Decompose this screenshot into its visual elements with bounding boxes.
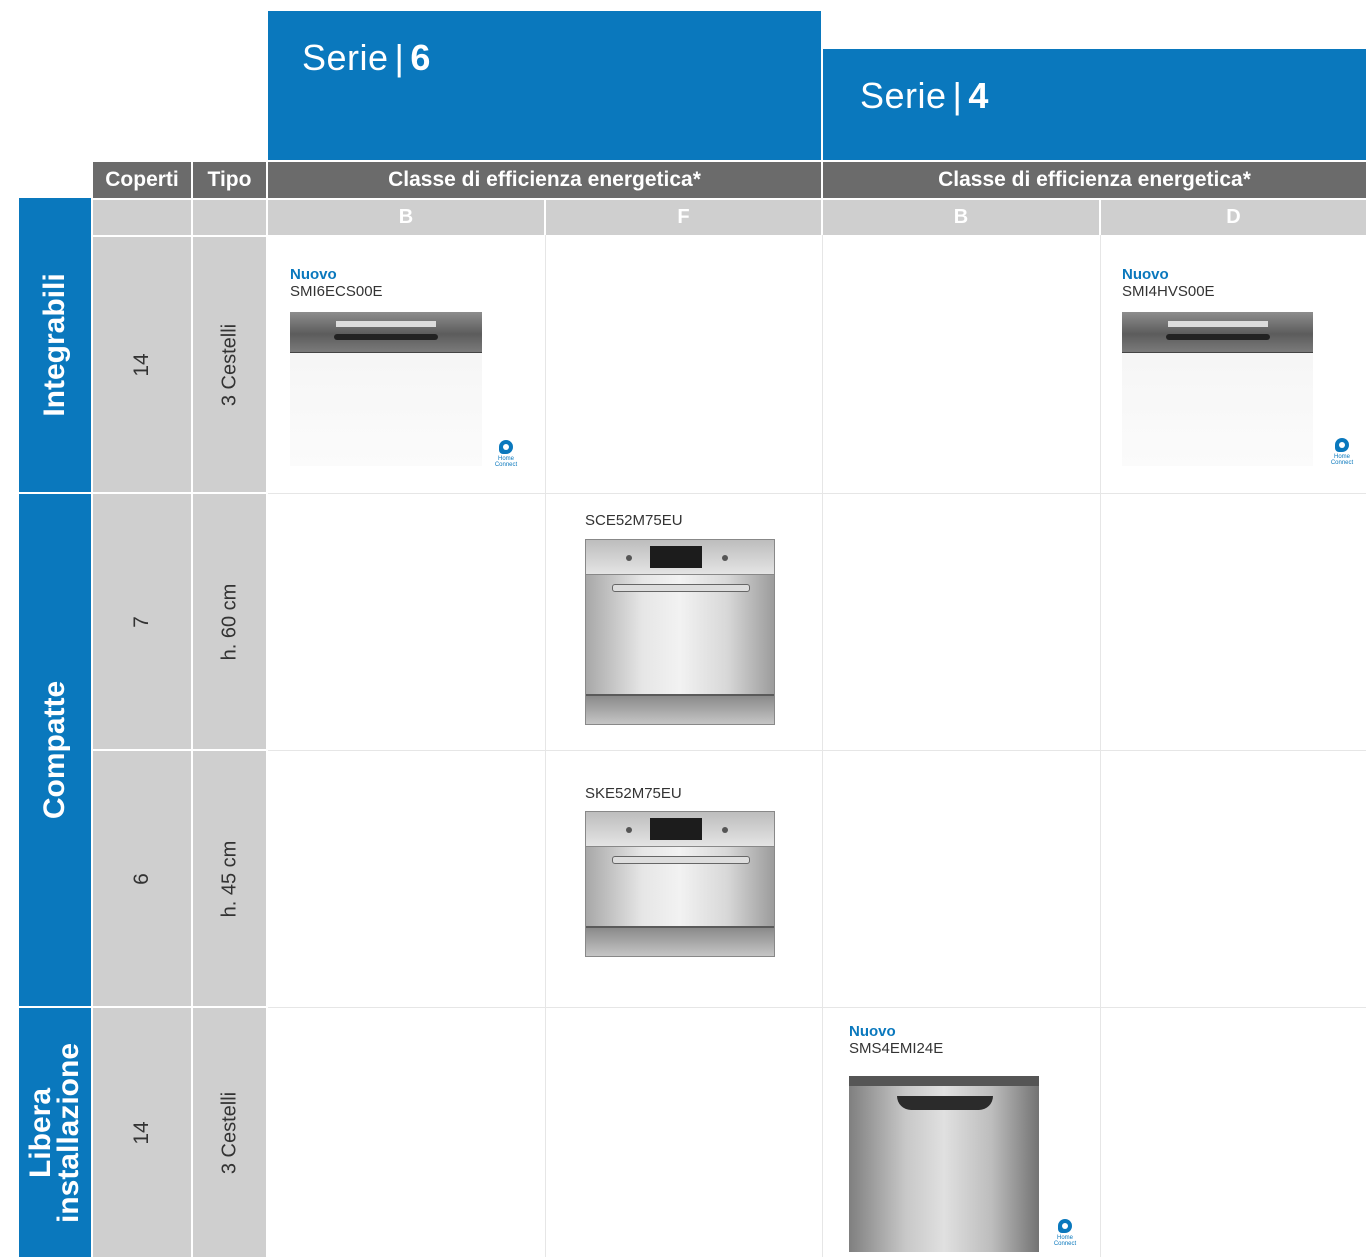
class-d-series4: D <box>1101 200 1366 235</box>
row3-tipo-value: h. 45 cm <box>218 840 240 917</box>
row2-coperti-cell: 7 <box>93 494 191 749</box>
product-sce52m75eu[interactable]: SCE52M75EU <box>585 512 785 727</box>
grid-divider <box>268 493 1366 494</box>
control-panel <box>290 312 482 353</box>
product-smi6ecs00e[interactable]: Nuovo SMI6ECS00E Home Connect <box>290 266 540 476</box>
row2-tipo-value: h. 60 cm <box>218 583 240 660</box>
model-code: SCE52M75EU <box>585 512 683 529</box>
grid-divider <box>545 235 546 1257</box>
series-4-prefix: Serie <box>860 75 947 116</box>
product-ske52m75eu[interactable]: SKE52M75EU <box>585 785 785 1000</box>
home-connect-text: Home Connect <box>1330 454 1354 466</box>
series-6-prefix: Serie <box>302 37 389 78</box>
new-badge: Nuovo <box>290 266 337 283</box>
series-4-separator: | <box>952 75 963 116</box>
new-badge: Nuovo <box>849 1023 896 1040</box>
row4-coperti-value: 14 <box>130 1120 153 1145</box>
model-code: SMI6ECS00E <box>290 283 383 300</box>
control-panel <box>1122 312 1313 353</box>
home-connect-icon: Home Connect <box>1045 1219 1085 1247</box>
tipo-header: Tipo <box>193 162 266 198</box>
category-libera-line1: Libera <box>24 1087 57 1178</box>
category-compatte-label: Compatte <box>38 680 71 820</box>
model-code: SMS4EMI24E <box>849 1040 944 1057</box>
grid-divider <box>1100 235 1101 1257</box>
category-libera-line2: installazione <box>52 1042 85 1223</box>
model-code: SMI4HVS00E <box>1122 283 1215 300</box>
tipo-subheader <box>193 200 266 235</box>
energy-class-header-series6: Classe di efficienza energetica* <box>268 162 821 198</box>
series-4-title: Serie | 4 <box>860 75 989 117</box>
row2-tipo-cell: h. 60 cm <box>193 494 266 749</box>
series-4-header: Serie | 4 <box>823 49 1366 160</box>
row4-coperti-cell: 14 <box>93 1008 191 1257</box>
home-connect-icon: Home Connect <box>486 440 526 468</box>
category-integrabili: Integrabili <box>19 198 91 492</box>
class-b-series6: B <box>268 200 544 235</box>
category-libera-installazione-label: Libera installazione <box>24 1042 85 1223</box>
row4-tipo-value: 3 Cestelli <box>218 1091 240 1174</box>
home-connect-text: Home Connect <box>494 456 518 468</box>
energy-class-header-series4: Classe di efficienza energetica* <box>823 162 1366 198</box>
product-smi4hvs00e[interactable]: Nuovo SMI4HVS00E Home Connect <box>1122 266 1366 476</box>
dishwasher-image <box>585 811 775 957</box>
dishwasher-image <box>849 1076 1039 1252</box>
row1-tipo-cell: 3 Cestelli <box>193 237 266 492</box>
series-6-title: Serie | 6 <box>302 37 431 79</box>
series-6-separator: | <box>394 37 405 78</box>
category-libera-installazione: Libera installazione <box>19 1008 91 1257</box>
model-code: SKE52M75EU <box>585 785 682 802</box>
category-integrabili-label: Integrabili <box>38 273 71 417</box>
series-6-number: 6 <box>410 37 431 78</box>
grid-divider <box>822 235 823 1257</box>
row2-coperti-value: 7 <box>130 615 153 628</box>
row1-coperti-cell: 14 <box>93 237 191 492</box>
product-sms4emi24e[interactable]: Nuovo SMS4EMI24E Home Connect <box>849 1023 1099 1257</box>
class-f-series6: F <box>546 200 821 235</box>
row3-tipo-cell: h. 45 cm <box>193 751 266 1006</box>
row3-coperti-cell: 6 <box>93 751 191 1006</box>
coperti-subheader <box>93 200 191 235</box>
row3-coperti-value: 6 <box>130 872 153 885</box>
category-compatte: Compatte <box>19 494 91 1006</box>
new-badge: Nuovo <box>1122 266 1169 283</box>
series-6-header: Serie | 6 <box>268 11 821 160</box>
grid-divider <box>268 750 1366 751</box>
row1-coperti-value: 14 <box>130 352 153 377</box>
row1-tipo-value: 3 Cestelli <box>218 323 240 406</box>
class-b-series4: B <box>823 200 1099 235</box>
home-connect-icon: Home Connect <box>1322 438 1362 466</box>
row4-tipo-cell: 3 Cestelli <box>193 1008 266 1257</box>
dishwasher-image <box>585 539 775 725</box>
series-4-number: 4 <box>968 75 989 116</box>
coperti-header: Coperti <box>93 162 191 198</box>
dishwasher-image <box>1122 312 1313 466</box>
home-connect-text: Home Connect <box>1053 1235 1077 1247</box>
grid-divider <box>268 1007 1366 1008</box>
dishwasher-image <box>290 312 482 466</box>
